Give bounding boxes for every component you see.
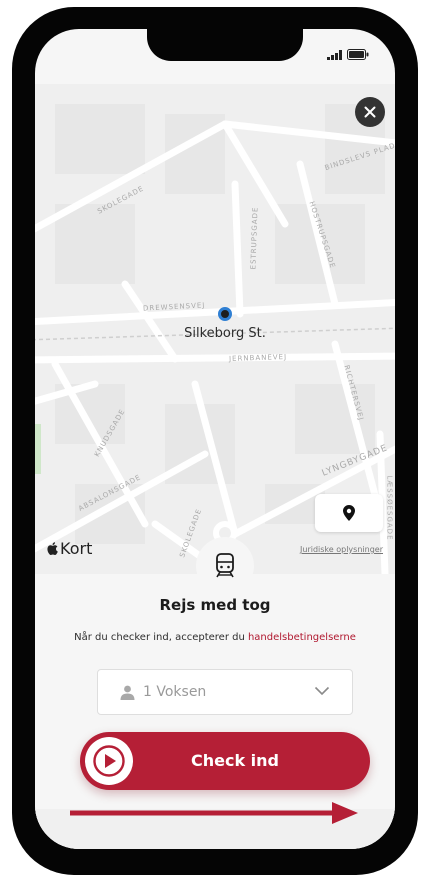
location-pin-icon <box>343 505 355 521</box>
swipe-arrow-icon <box>70 802 358 824</box>
check-in-button[interactable]: Check ind <box>80 732 370 790</box>
terms-text: Når du checker ind, accepterer du handel… <box>35 632 395 643</box>
train-icon <box>216 553 234 578</box>
status-bar <box>327 49 369 60</box>
map-provider-label: Kort <box>60 539 93 558</box>
person-icon <box>120 685 135 700</box>
legal-link[interactable]: Juridiske oplysninger <box>300 545 383 554</box>
notch <box>147 29 303 61</box>
terms-link[interactable]: handelsbetingelserne <box>248 632 356 643</box>
location-button[interactable] <box>315 494 383 532</box>
terms-prefix: Når du checker ind, accepterer du <box>74 632 248 643</box>
close-button[interactable] <box>355 97 385 127</box>
train-badge <box>196 537 254 595</box>
sheet-title: Rejs med tog <box>159 596 271 614</box>
passenger-value: 1 Voksen <box>143 684 207 700</box>
chevron-down-icon <box>314 686 330 696</box>
close-icon <box>364 106 376 118</box>
station-name: Silkeborg St. <box>184 326 266 341</box>
screen: SKOLEGADE BINDSLEVS PLADS ESTRUPSGADE HO… <box>35 29 395 849</box>
check-in-label: Check ind <box>190 751 279 770</box>
signal-icon <box>327 49 342 60</box>
map-view[interactable]: SKOLEGADE BINDSLEVS PLADS ESTRUPSGADE HO… <box>35 84 395 574</box>
battery-icon <box>347 49 369 60</box>
phone-frame: SKOLEGADE BINDSLEVS PLADS ESTRUPSGADE HO… <box>12 7 418 875</box>
passenger-select[interactable]: 1 Voksen <box>97 669 353 715</box>
station-marker[interactable] <box>218 307 232 321</box>
map-provider-logo: Kort <box>47 539 92 558</box>
apple-logo-icon <box>47 542 58 555</box>
street-label: LÆSSØESGADE <box>385 475 394 541</box>
